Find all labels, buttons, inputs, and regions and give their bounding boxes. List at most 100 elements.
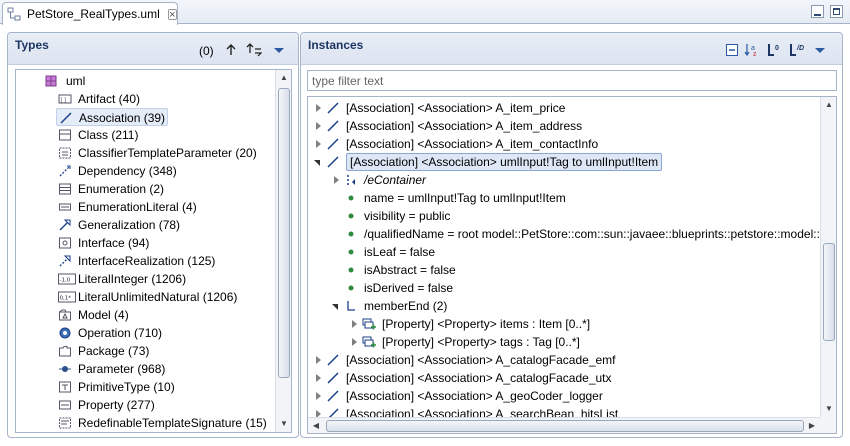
types-list-item[interactable]: 0,1* LiteralUnlimitedNatural (1206) xyxy=(56,288,276,306)
chevron-right-icon[interactable] xyxy=(314,122,322,130)
instance-tree-row[interactable]: name = umlInput!Tag to umlInput!Item xyxy=(308,189,822,207)
instances-vertical-scrollbar[interactable]: ▲ ▼ xyxy=(820,97,836,417)
chevron-right-icon[interactable] xyxy=(314,374,322,382)
view-menu-icon[interactable] xyxy=(272,43,286,57)
scroll-right-arrow[interactable]: ▶ xyxy=(804,418,820,433)
instance-tree-row-label: visibility = public xyxy=(364,209,451,223)
types-tree[interactable]: uml [ ] Artifact (40) Association (39) Clas… xyxy=(15,69,292,433)
types-list-item[interactable]: Parameter (968) xyxy=(56,360,276,378)
literal-unlimited-natural-icon: 0,1* xyxy=(58,290,76,304)
instance-tree-row[interactable]: [Association] <Association> A_item_conta… xyxy=(308,135,822,153)
instance-tree-row[interactable]: visibility = public xyxy=(308,207,822,225)
instance-tree-row[interactable]: [Association] <Association> A_item_addre… xyxy=(308,117,822,135)
chevron-right-icon[interactable] xyxy=(314,356,322,364)
instance-tree-row[interactable]: [Association] <Association> A_catalogFac… xyxy=(308,351,822,369)
types-list-item-label: Interface (94) xyxy=(78,236,150,250)
package-folder-icon xyxy=(58,344,72,358)
minimize-button[interactable] xyxy=(811,5,824,18)
hierarchy-toggle-icon[interactable] xyxy=(246,43,263,57)
scroll-down-arrow[interactable]: ▼ xyxy=(276,416,291,432)
types-list-item[interactable]: Enumeration (2) xyxy=(56,180,276,198)
types-list-item[interactable]: Association (39) xyxy=(56,108,168,126)
attribute-dot-icon xyxy=(344,281,358,295)
types-list-item[interactable]: Operation (710) xyxy=(56,324,276,342)
instance-tree-row[interactable]: /qualifiedName = root model::PetStore::c… xyxy=(308,225,836,243)
scroll-up-arrow[interactable]: ▲ xyxy=(276,70,291,86)
instance-tree-row-label: [Association] <Association> A_catalogFac… xyxy=(346,371,612,385)
scroll-thumb[interactable] xyxy=(326,420,804,432)
chevron-down-icon[interactable] xyxy=(332,302,340,310)
editor-tab[interactable]: PetStore_RealTypes.uml × xyxy=(2,2,178,25)
types-list-item[interactable]: EnumerationLiteral (4) xyxy=(56,198,276,216)
types-list-item[interactable]: Property (277) xyxy=(56,396,276,414)
types-list-item[interactable]: Generalization (78) xyxy=(56,216,276,234)
chevron-right-icon[interactable] xyxy=(350,320,358,328)
association-icon xyxy=(326,353,340,367)
parameter-icon xyxy=(58,362,72,376)
show-derived-icon[interactable]: /D xyxy=(789,43,807,57)
instance-tree-row[interactable]: isLeaf = false xyxy=(308,243,822,261)
instances-tree[interactable]: [Association] <Association> A_item_price… xyxy=(307,96,837,434)
scroll-thumb[interactable] xyxy=(823,243,835,341)
property-plus-icon xyxy=(362,335,376,349)
attribute-dot-icon xyxy=(344,245,358,259)
types-list-item[interactable]: Package (73) xyxy=(56,342,276,360)
navigate-up-icon[interactable] xyxy=(224,43,238,57)
chevron-right-icon[interactable] xyxy=(314,140,322,148)
types-root-item[interactable]: uml xyxy=(40,72,240,90)
collapse-all-icon[interactable] xyxy=(725,43,739,57)
instance-tree-row[interactable]: [Association] <Association> A_catalogFac… xyxy=(308,369,822,387)
chevron-right-icon[interactable] xyxy=(314,104,322,112)
maximize-button[interactable] xyxy=(830,5,843,18)
types-list-item-label: LiteralUnlimitedNatural (1206) xyxy=(78,290,238,304)
instance-tree-row-label: [Association] <Association> A_item_price xyxy=(346,101,566,115)
types-vertical-scrollbar[interactable]: ▲ ▼ xyxy=(275,70,291,432)
interface-realization-icon xyxy=(58,254,72,268)
class-icon xyxy=(58,128,72,142)
chevron-down-icon[interactable] xyxy=(314,158,322,166)
instance-tree-row[interactable]: isAbstract = false xyxy=(308,261,822,279)
instances-horizontal-scrollbar[interactable]: ◀ ▶ xyxy=(308,417,820,433)
types-list-item[interactable]: ClassifierTemplateParameter (20) xyxy=(56,144,276,162)
uml-model-file-icon xyxy=(7,7,21,21)
instances-filter-input[interactable] xyxy=(307,70,837,91)
types-list-item-label: Generalization (78) xyxy=(78,218,181,232)
chevron-right-icon[interactable] xyxy=(350,338,358,346)
types-list-item[interactable]: PrimitiveType (10) xyxy=(56,378,276,396)
types-list-item[interactable]: RedefinableTemplateSignature (15) xyxy=(56,414,276,432)
types-list-item[interactable]: Model (4) xyxy=(56,306,276,324)
instance-tree-row[interactable]: [Association] <Association> A_item_price xyxy=(308,99,822,117)
chevron-right-icon[interactable] xyxy=(314,392,322,400)
types-list-item-label: RedefinableTemplateSignature (15) xyxy=(78,416,267,430)
instance-tree-row[interactable]: memberEnd (2) xyxy=(308,297,822,315)
scroll-down-arrow[interactable]: ▼ xyxy=(821,401,836,417)
sort-alphabetically-icon[interactable]: az xyxy=(744,43,762,58)
types-list-item[interactable]: -1,0 LiteralInteger (1206) xyxy=(56,270,276,288)
scroll-left-arrow[interactable]: ◀ xyxy=(308,418,324,433)
types-list-item[interactable]: Interface (94) xyxy=(56,234,276,252)
types-list-item-label: Property (277) xyxy=(78,398,155,412)
types-list-item[interactable]: [ ] Artifact (40) xyxy=(56,90,276,108)
instance-tree-row[interactable]: [Association] <Association> umlInput!Tag… xyxy=(308,153,822,171)
instance-tree-row[interactable]: [Association] <Association> A_geoCoder_l… xyxy=(308,387,822,405)
scroll-up-arrow[interactable]: ▲ xyxy=(821,97,836,113)
instance-tree-row[interactable]: [Property] <Property> tags : Tag [0..*] xyxy=(308,333,822,351)
instance-tree-row-label: isLeaf = false xyxy=(364,245,436,259)
types-list-item-label: ClassifierTemplateParameter (20) xyxy=(78,146,257,160)
close-icon[interactable]: × xyxy=(167,8,177,20)
types-list-item[interactable]: Dependency (348) xyxy=(56,162,276,180)
generalization-icon xyxy=(58,218,72,232)
instance-tree-row[interactable]: [Property] <Property> items : Item [0..*… xyxy=(308,315,822,333)
show-level-0-icon[interactable]: 0 xyxy=(767,43,783,57)
chevron-right-icon[interactable] xyxy=(332,176,340,184)
types-list-item-label: Parameter (968) xyxy=(78,362,166,376)
instance-tree-row[interactable]: isDerived = false xyxy=(308,279,822,297)
instance-tree-row[interactable]: /eContainer xyxy=(308,171,822,189)
types-list-item[interactable]: InterfaceRealization (125) xyxy=(56,252,276,270)
instance-tree-row-label: [Association] <Association> A_item_addre… xyxy=(346,119,583,133)
instance-tree-row-label: [Association] <Association> umlInput!Tag… xyxy=(346,153,663,171)
view-menu-icon[interactable] xyxy=(813,43,827,57)
scroll-thumb[interactable] xyxy=(278,88,290,378)
types-list-item[interactable]: Class (211) xyxy=(56,126,276,144)
scrollbar-corner xyxy=(820,417,836,433)
